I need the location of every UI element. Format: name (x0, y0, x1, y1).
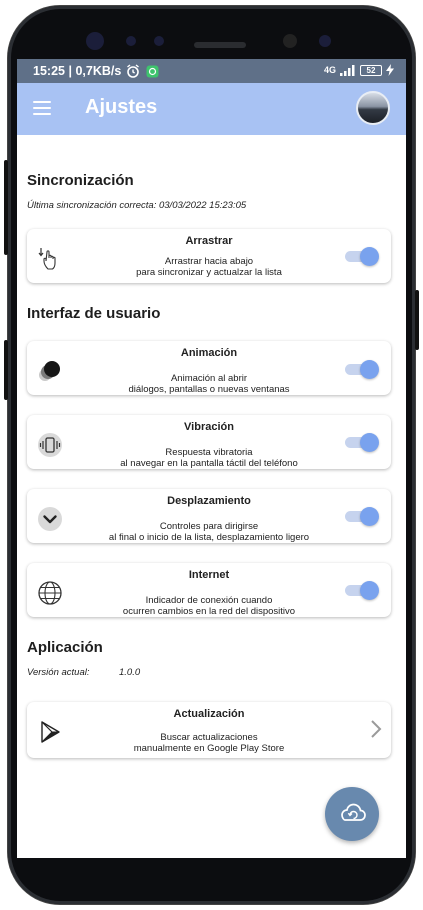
section-title-ui: Interfaz de usuario (27, 305, 161, 322)
last-sync-note: Última sincronización correcta: 03/03/20… (27, 200, 247, 211)
version-label: Versión actual: (27, 667, 90, 678)
sensor (319, 35, 331, 47)
card-animation[interactable]: Animación Animación al abrir diálogos, p… (27, 341, 391, 395)
card-description: Arrastrar hacia abajo para sincronizar y… (136, 256, 282, 278)
internet-toggle[interactable] (345, 580, 379, 600)
card-title: Arrastrar (185, 235, 233, 247)
page-title: Ajustes (85, 96, 158, 118)
card-description: Animación al abrir diálogos, pantallas o… (128, 373, 290, 395)
status-time: 15:25 (33, 64, 65, 78)
card-description: Buscar actualizaciones manualmente en Go… (133, 732, 285, 754)
chat-notification-icon (146, 65, 159, 77)
section-title-sync: Sincronización (27, 172, 134, 189)
app-bar: Ajustes (17, 83, 406, 135)
status-bar: 15:25 | 0,7KB/s 4G 52 (17, 59, 406, 83)
sensor (154, 36, 164, 46)
card-title: Vibración (184, 421, 234, 433)
menu-icon[interactable] (33, 101, 51, 115)
sensor (126, 36, 136, 46)
chevron-right-icon[interactable] (369, 718, 383, 740)
alarm-icon (127, 64, 140, 78)
card-vibration[interactable]: Vibración Respuesta vibratoria al navega… (27, 415, 391, 469)
sensor (283, 34, 297, 48)
sync-fab[interactable] (325, 787, 379, 841)
card-update[interactable]: Actualización Buscar actualizaciones man… (27, 702, 391, 758)
settings-content: Sincronización Última sincronización cor… (17, 135, 406, 858)
card-internet[interactable]: Internet Indicador de conexión cuando oc… (27, 563, 391, 617)
card-title: Animación (180, 347, 238, 359)
signal-icon (340, 64, 355, 76)
power-button (415, 290, 419, 350)
status-speed: 0,7KB/s (75, 64, 122, 78)
scroll-toggle[interactable] (345, 506, 379, 526)
version-value: 1.0.0 (119, 667, 141, 678)
card-description: Indicador de conexión cuando ocurren cam… (122, 595, 296, 617)
drag-toggle[interactable] (345, 246, 379, 266)
screen: 15:25 | 0,7KB/s 4G 52 Ajustes Sincroniza… (17, 59, 406, 858)
status-separator: | (64, 64, 76, 78)
card-title: Desplazamiento (167, 495, 251, 507)
card-title: Internet (188, 569, 230, 581)
bixby-button (4, 340, 8, 400)
animation-toggle[interactable] (345, 359, 379, 379)
card-description: Respuesta vibratoria al navegar en la pa… (120, 447, 298, 469)
charging-icon (386, 64, 394, 76)
avatar[interactable] (356, 91, 390, 125)
network-type: 4G (323, 65, 336, 75)
vibration-toggle[interactable] (345, 432, 379, 452)
front-camera (86, 32, 104, 50)
volume-button (4, 160, 8, 255)
battery-level: 52 (366, 65, 376, 75)
cloud-sync-icon (341, 803, 366, 821)
status-right: 4G 52 (324, 64, 394, 76)
card-title: Actualización (173, 708, 245, 720)
card-scroll[interactable]: Desplazamiento Controles para dirigirse … (27, 489, 391, 543)
earpiece (194, 42, 246, 48)
card-description: Controles para dirigirse al final o inic… (108, 521, 310, 543)
battery-icon: 52 (360, 64, 382, 76)
section-title-app: Aplicación (27, 639, 103, 656)
card-drag[interactable]: Arrastrar Arrastrar hacia abajo para sin… (27, 229, 391, 283)
